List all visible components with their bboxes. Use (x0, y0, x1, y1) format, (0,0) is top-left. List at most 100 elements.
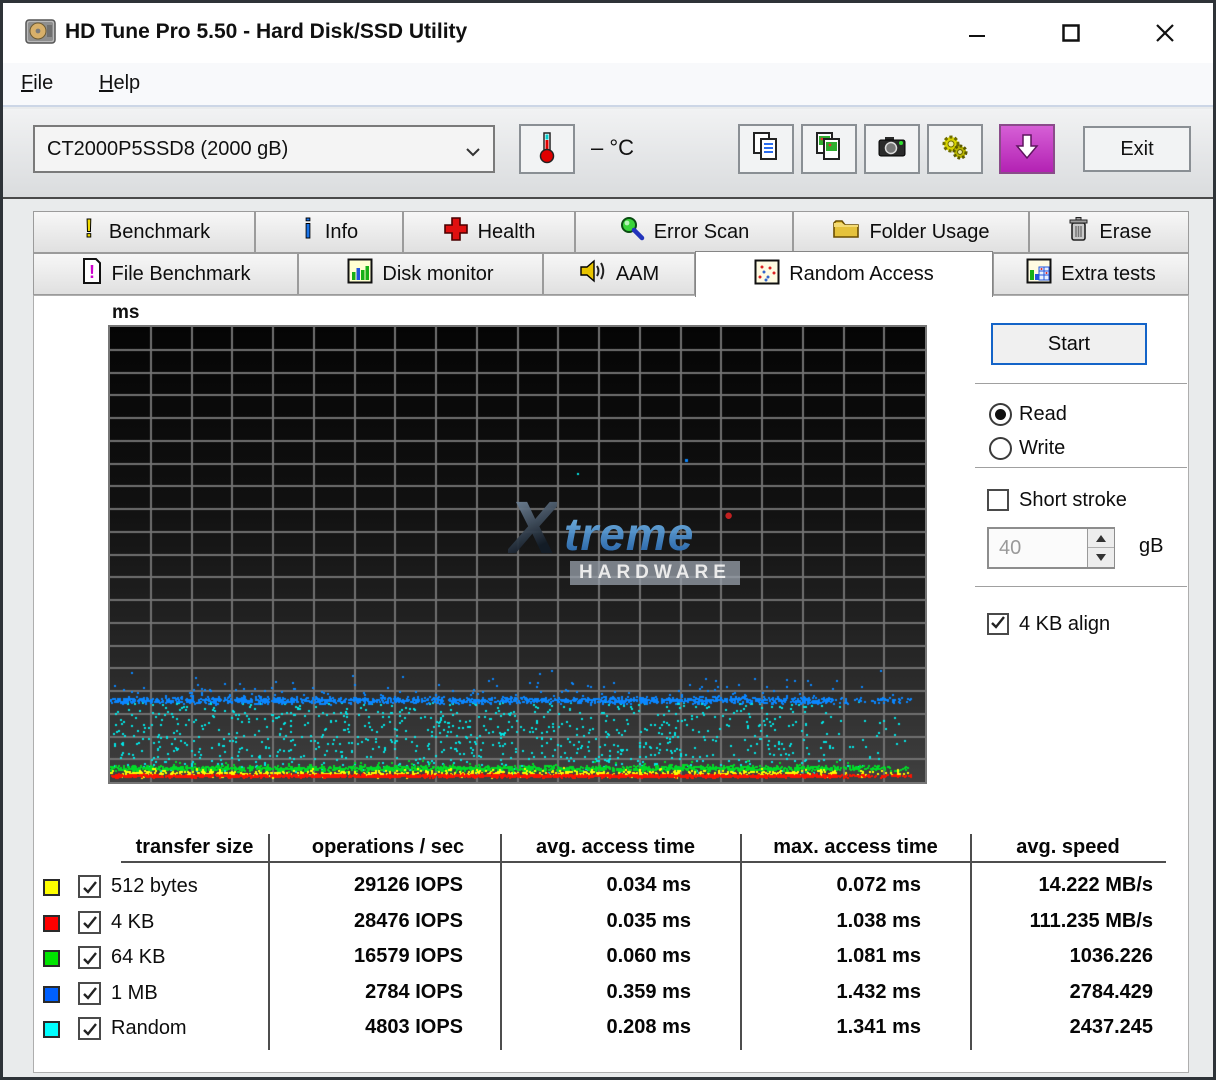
avg-speed-value: 1036.226 (973, 945, 1153, 968)
tab-health[interactable]: Health (403, 211, 575, 253)
short-stroke-checkbox[interactable] (987, 489, 1009, 511)
series-checkbox[interactable] (78, 1017, 101, 1040)
erase-icon (1066, 215, 1090, 249)
chevron-down-icon (465, 145, 481, 163)
avg-speed-value: 111.235 MB/s (973, 910, 1153, 933)
panel-separator (975, 467, 1187, 468)
start-button[interactable]: Start (991, 323, 1147, 365)
menu-bar: File Help (3, 63, 1213, 107)
folder-icon (832, 217, 860, 247)
error-scan-icon (619, 216, 645, 248)
menu-file[interactable]: File (21, 72, 53, 95)
ops-value: 2784 IOPS (283, 981, 463, 1004)
close-button[interactable] (1139, 11, 1191, 55)
write-radio[interactable] (989, 437, 1012, 460)
write-label: Write (1019, 437, 1065, 460)
table-row-64-kb: 64 KB16579 IOPS0.060 ms1.081 ms1036.226 (33, 944, 1189, 976)
health-icon (443, 216, 469, 248)
exit-button[interactable]: Exit (1083, 126, 1191, 172)
short-stroke-label: Short stroke (1019, 489, 1127, 512)
tab-label: Info (325, 221, 358, 244)
avg-access-value: 0.035 ms (513, 910, 691, 933)
menu-help[interactable]: Help (99, 72, 140, 95)
temperature-button[interactable] (519, 124, 575, 174)
transfer-size-label: 4 KB (111, 911, 154, 934)
tab-error-scan[interactable]: Error Scan (575, 211, 793, 253)
series-color-swatch (43, 1021, 60, 1038)
capacity-unit-label: gB (1139, 535, 1163, 558)
tab-label: Disk monitor (382, 263, 493, 286)
checkmark-icon (990, 614, 1006, 635)
start-label: Start (1048, 333, 1090, 356)
save-results-button[interactable] (999, 124, 1055, 174)
tab-extra-tests[interactable]: Extra tests (993, 253, 1189, 295)
tab-label: Health (478, 221, 536, 244)
gears-icon (939, 131, 971, 168)
max-access-value: 1.081 ms (735, 945, 921, 968)
toolbar: CT2000P5SSD8 (2000 gB) – °C (3, 109, 1213, 199)
table-header-rule (121, 861, 1166, 863)
drive-select-dropdown[interactable]: CT2000P5SSD8 (2000 gB) (33, 125, 495, 173)
aam-icon (579, 258, 607, 290)
capacity-spinner[interactable]: 40 (987, 527, 1115, 569)
series-checkbox[interactable] (78, 911, 101, 934)
disk-monitor-icon (347, 258, 373, 290)
max-access-value: 1.432 ms (735, 981, 921, 1004)
tab-benchmark[interactable]: ! Benchmark (33, 211, 255, 253)
watermark-treme: treme (564, 507, 694, 561)
series-checkbox[interactable] (78, 946, 101, 969)
series-color-swatch (43, 950, 60, 967)
maximize-button[interactable] (1045, 11, 1097, 55)
copy-image-icon (813, 130, 845, 169)
tab-aam[interactable]: AAM (543, 253, 695, 295)
menu-help-accel: H (99, 72, 113, 94)
triangle-down-icon (1096, 554, 1106, 561)
options-button[interactable] (927, 124, 983, 174)
transfer-size-label: 512 bytes (111, 875, 198, 898)
read-radio[interactable] (989, 403, 1012, 426)
download-arrow-icon (1012, 131, 1042, 168)
series-checkbox[interactable] (78, 875, 101, 898)
transfer-size-label: Random (111, 1017, 187, 1040)
copy-report-button[interactable] (738, 124, 794, 174)
watermark-bar: HARDWARE (570, 561, 740, 585)
4kb-align-checkbox[interactable] (987, 613, 1009, 635)
series-color-swatch (43, 986, 60, 1003)
random-access-icon (754, 259, 780, 291)
tab-label: Benchmark (109, 221, 210, 244)
col-avg-speed: avg. speed (978, 836, 1158, 859)
col-max-access: max. access time (748, 836, 963, 859)
tab-disk-monitor[interactable]: Disk monitor (298, 253, 543, 295)
ops-value: 28476 IOPS (283, 910, 463, 933)
panel-separator (975, 586, 1187, 587)
tab-label: Extra tests (1061, 263, 1155, 286)
series-color-swatch (43, 915, 60, 932)
transfer-size-label: 64 KB (111, 946, 165, 969)
copy-report-icon (750, 130, 782, 169)
tab-folder-usage[interactable]: Folder Usage (793, 211, 1029, 253)
screenshot-button[interactable] (864, 124, 920, 174)
max-access-value: 0.072 ms (735, 874, 921, 897)
tab-label: Error Scan (654, 221, 750, 244)
thermometer-icon (532, 130, 562, 169)
series-color-swatch (43, 879, 60, 896)
series-checkbox[interactable] (78, 982, 101, 1005)
minimize-button[interactable] (951, 11, 1003, 55)
read-label: Read (1019, 403, 1067, 426)
tab-label: Erase (1099, 221, 1151, 244)
spinner-up-button[interactable] (1088, 529, 1114, 548)
avg-access-value: 0.060 ms (513, 945, 691, 968)
col-avg-access: avg. access time (508, 836, 723, 859)
benchmark-icon: ! (78, 215, 100, 249)
copy-image-button[interactable] (801, 124, 857, 174)
ops-value: 4803 IOPS (283, 1016, 463, 1039)
tab-label: Random Access (789, 263, 934, 286)
tab-file-benchmark[interactable]: !File Benchmark (33, 253, 298, 295)
tab-info[interactable]: iInfo (255, 211, 403, 253)
tab-erase[interactable]: Erase (1029, 211, 1189, 253)
avg-access-value: 0.208 ms (513, 1016, 691, 1039)
tab-random-access[interactable]: Random Access (695, 251, 993, 297)
app-window: HD Tune Pro 5.50 - Hard Disk/SSD Utility… (0, 0, 1216, 1080)
spinner-down-button[interactable] (1088, 548, 1114, 567)
col-transfer-size: transfer size (121, 836, 268, 859)
